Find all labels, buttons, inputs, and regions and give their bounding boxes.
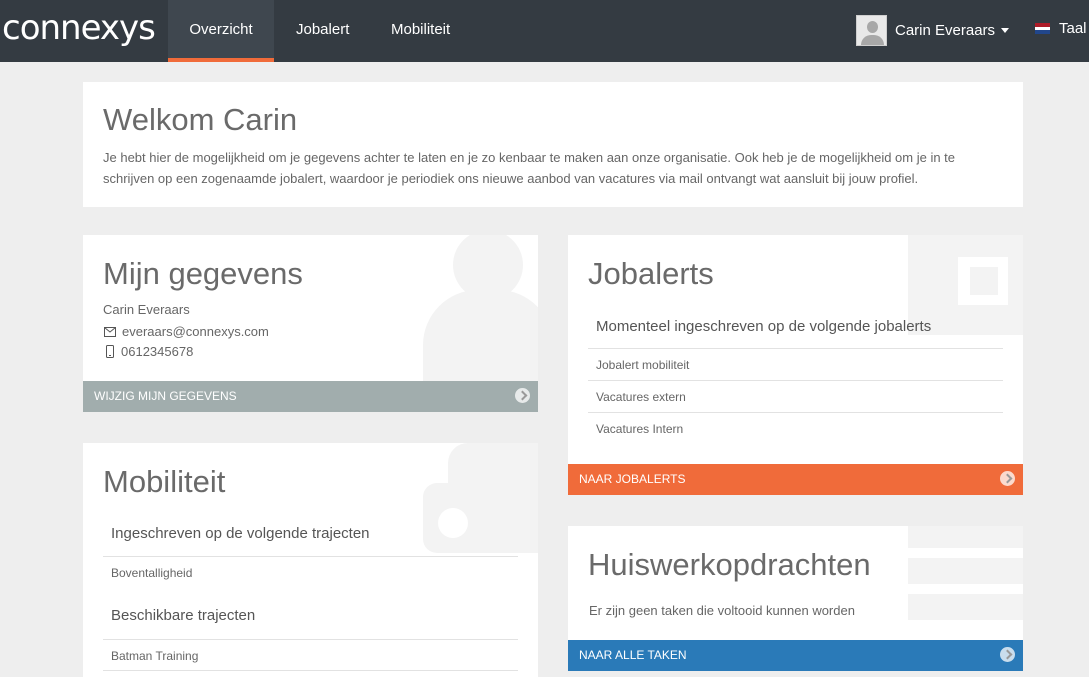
mobility-enrolled-heading: Ingeschreven op de volgende trajecten bbox=[111, 525, 370, 542]
top-navbar: connexys Overzicht Jobalert Mobiliteit C… bbox=[0, 0, 1089, 62]
arrow-right-icon bbox=[1000, 647, 1015, 662]
to-all-tasks-label: NAAR ALLE TAKEN bbox=[579, 648, 687, 662]
language-menu[interactable]: Taal bbox=[1035, 20, 1087, 37]
edit-profile-button[interactable]: WIJZIG MIJN GEGEVENS bbox=[83, 381, 538, 412]
profile-email-row: everaars@connexys.com bbox=[104, 324, 269, 339]
profile-card: Mijn gegevens Carin Everaars everaars@co… bbox=[83, 235, 538, 412]
user-menu[interactable]: Carin Everaars bbox=[856, 14, 1010, 46]
edit-profile-label: WIJZIG MIJN GEGEVENS bbox=[94, 389, 237, 403]
mobile-phone-icon bbox=[106, 345, 114, 358]
welcome-title: Welkom Carin bbox=[103, 102, 298, 137]
avatar bbox=[856, 14, 887, 46]
list-item[interactable]: Batman Training bbox=[103, 639, 518, 671]
list-item[interactable]: Jobalert mobiliteit bbox=[588, 348, 1003, 380]
profile-phone-row: 0612345678 bbox=[106, 344, 193, 359]
profile-name: Carin Everaars bbox=[103, 302, 190, 317]
homework-title: Huiswerkopdrachten bbox=[588, 547, 871, 582]
list-item[interactable]: Boventalligheid bbox=[103, 556, 518, 588]
nav-overzicht[interactable]: Overzicht bbox=[168, 0, 274, 62]
caret-down-icon bbox=[1001, 27, 1010, 33]
list-bg-icon bbox=[908, 526, 1023, 548]
to-jobalerts-button[interactable]: NAAR JOBALERTS bbox=[568, 464, 1023, 495]
jobalerts-subtitle: Momenteel ingeschreven op de volgende jo… bbox=[596, 318, 932, 335]
user-name: Carin Everaars bbox=[895, 21, 996, 39]
dutch-flag-icon bbox=[1035, 23, 1050, 35]
mobility-available-heading: Beschikbare trajecten bbox=[111, 607, 256, 624]
list-item[interactable]: Vacatures extern bbox=[588, 380, 1003, 412]
envelope-icon bbox=[104, 326, 116, 337]
nav-jobalert[interactable]: Jobalert bbox=[274, 0, 371, 62]
arrow-right-icon bbox=[1000, 471, 1015, 486]
profile-email: everaars@connexys.com bbox=[122, 324, 269, 339]
to-jobalerts-label: NAAR JOBALERTS bbox=[579, 472, 686, 486]
profile-phone: 0612345678 bbox=[121, 344, 194, 359]
nav-mobiliteit[interactable]: Mobiliteit bbox=[369, 0, 472, 62]
mobility-title: Mobiliteit bbox=[103, 464, 226, 499]
connexys-logo[interactable]: connexys bbox=[2, 8, 156, 48]
profile-title: Mijn gegevens bbox=[103, 256, 303, 291]
arrow-right-icon bbox=[515, 388, 530, 403]
mobility-card: Mobiliteit Ingeschreven op de volgende t… bbox=[83, 443, 538, 677]
jobalerts-title: Jobalerts bbox=[588, 256, 714, 291]
welcome-text: Je hebt hier de mogelijkheid om je gegev… bbox=[103, 150, 956, 186]
jobalerts-card: Jobalerts Momenteel ingeschreven op de v… bbox=[568, 235, 1023, 495]
to-all-tasks-button[interactable]: NAAR ALLE TAKEN bbox=[568, 640, 1023, 671]
homework-card: Huiswerkopdrachten Er zijn geen taken di… bbox=[568, 526, 1023, 671]
welcome-card: Welkom Carin Je hebt hier de mogelijkhei… bbox=[83, 82, 1023, 207]
list-item[interactable]: Vacatures Intern bbox=[588, 412, 1003, 444]
language-label: Taal bbox=[1059, 20, 1087, 37]
homework-empty-text: Er zijn geen taken die voltooid kunnen w… bbox=[589, 603, 855, 618]
